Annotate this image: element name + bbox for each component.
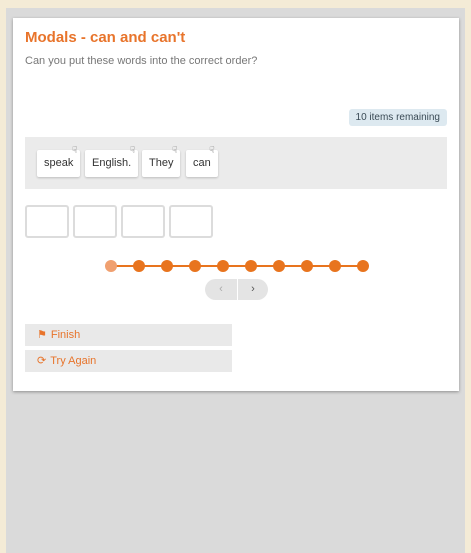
- word-tile[interactable]: speak ☟: [37, 146, 81, 177]
- refresh-icon: ⟳: [37, 355, 47, 367]
- progress-dot[interactable]: [133, 260, 145, 272]
- answer-slot[interactable]: [169, 205, 213, 238]
- items-remaining-badge: 10 items remaining: [348, 109, 447, 126]
- word-tile[interactable]: can ☟: [186, 146, 218, 177]
- activity-title: Modals - can and can't: [25, 29, 186, 46]
- finish-label: Finish: [50, 329, 81, 341]
- progress-dot[interactable]: [217, 260, 229, 272]
- try-again-button[interactable]: ⟳ Try Again: [25, 350, 232, 372]
- word-pool: speak ☟ English. ☟ They ☟ can ☟: [25, 137, 447, 189]
- word-label: English.: [92, 157, 132, 169]
- answer-slot[interactable]: [73, 205, 117, 238]
- activity-instruction: Can you put these words into the correct…: [25, 55, 258, 67]
- chevron-right-icon: ›: [251, 283, 255, 295]
- progress-dot[interactable]: [273, 260, 285, 272]
- progress-track: [111, 265, 363, 267]
- try-again-label: Try Again: [50, 355, 97, 367]
- answer-slot[interactable]: [121, 205, 165, 238]
- drag-handle-icon: ☟: [171, 145, 178, 155]
- drag-handle-icon: ☟: [209, 145, 215, 155]
- progress-dot[interactable]: [329, 260, 341, 272]
- previous-button[interactable]: ‹: [205, 279, 237, 300]
- drag-handle-icon: ☟: [129, 145, 136, 155]
- activity-card: Modals - can and can't Can you put these…: [13, 18, 459, 391]
- progress-dot[interactable]: [161, 260, 173, 272]
- flag-icon: ⚑: [37, 329, 47, 341]
- word-label: can: [193, 157, 211, 169]
- drag-handle-icon: ☟: [71, 145, 78, 155]
- progress-dot[interactable]: [301, 260, 313, 272]
- word-tile[interactable]: English. ☟: [85, 146, 139, 177]
- word-label: They: [149, 157, 174, 169]
- chevron-left-icon: ‹: [219, 283, 223, 295]
- word-label: speak: [44, 157, 74, 169]
- answer-slot[interactable]: [25, 205, 69, 238]
- finish-button[interactable]: ⚑ Finish: [25, 324, 232, 346]
- progress-dot[interactable]: [105, 260, 117, 272]
- progress-dot[interactable]: [245, 260, 257, 272]
- next-button[interactable]: ›: [238, 279, 268, 300]
- progress-dot[interactable]: [357, 260, 369, 272]
- word-tile[interactable]: They ☟: [142, 146, 181, 177]
- progress-dot[interactable]: [189, 260, 201, 272]
